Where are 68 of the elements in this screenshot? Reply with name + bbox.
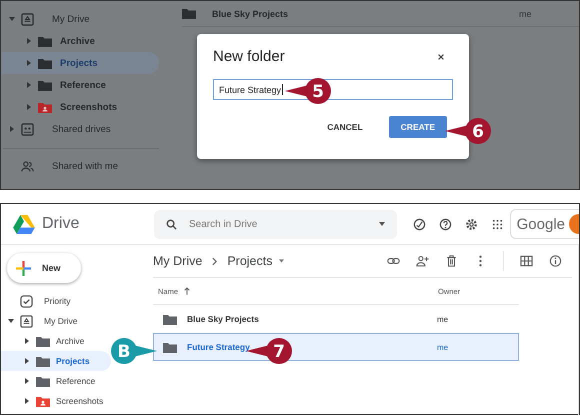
- people-icon: [21, 160, 34, 172]
- owner-cell-text: me: [437, 314, 450, 324]
- chevron-right-icon: [212, 256, 218, 266]
- caret-icon[interactable]: [8, 318, 14, 324]
- folder-item[interactable]: Archive: [1, 30, 159, 52]
- search-icon: [166, 218, 177, 230]
- drive-icon: [21, 12, 34, 26]
- trash-icon[interactable]: [445, 255, 458, 267]
- dropdown-icon[interactable]: [279, 259, 284, 263]
- file-row[interactable]: Blue Sky Projects me: [153, 305, 519, 333]
- shared-folder-icon: [36, 396, 50, 406]
- link-icon[interactable]: [387, 255, 400, 267]
- step-callout: 5: [285, 78, 331, 104]
- step-callout: B: [111, 338, 157, 364]
- owner-cell-text: me: [437, 342, 450, 352]
- folder-item[interactable]: Reference: [1, 371, 111, 391]
- folder-icon: [163, 314, 177, 324]
- folder-icon: [36, 376, 50, 386]
- priority-check-icon: [20, 294, 33, 308]
- file-name: Blue Sky Projects: [212, 8, 290, 18]
- folder-icon: [38, 58, 52, 68]
- drive-logo-icon: [13, 214, 35, 234]
- folder-icon: [36, 336, 50, 346]
- new-button[interactable]: New: [7, 253, 81, 283]
- folder-icon: [163, 342, 177, 352]
- folder-icon: [36, 356, 50, 366]
- search-input[interactable]: Search in Drive: [187, 218, 379, 230]
- folder-item[interactable]: Reference: [1, 74, 159, 96]
- step-callout: 6: [445, 118, 491, 144]
- info-icon[interactable]: [549, 255, 562, 267]
- file-name: Blue Sky Projects: [187, 314, 259, 324]
- create-button[interactable]: CREATE: [388, 116, 447, 138]
- add-person-icon[interactable]: [416, 255, 429, 267]
- grid-view-icon[interactable]: [520, 255, 533, 267]
- drive-icon: [20, 314, 33, 328]
- breadcrumb-item[interactable]: Projects: [227, 254, 272, 268]
- sidebar-item[interactable]: Shared with me: [1, 155, 159, 177]
- owner-cell-text: me: [519, 8, 533, 18]
- sidebar-item[interactable]: Shared drives: [1, 118, 159, 140]
- folder-item[interactable]: Screenshots: [1, 391, 111, 411]
- folder-item[interactable]: Screenshots: [1, 96, 159, 118]
- apps-grid-icon[interactable]: [491, 218, 504, 230]
- file-name: Future Strategy: [187, 342, 250, 352]
- folder-item[interactable]: Archive: [1, 331, 111, 351]
- shared-folder-icon: [38, 102, 52, 112]
- dialog-title: New folder: [213, 48, 285, 65]
- folder-icon: [182, 8, 196, 19]
- caret-icon[interactable]: [24, 398, 30, 404]
- folder-icon: [38, 36, 52, 46]
- shared-drives-icon: [21, 122, 34, 136]
- help-icon[interactable]: [439, 218, 452, 230]
- sidebar-item[interactable]: Priority: [1, 291, 111, 311]
- caret-icon[interactable]: [24, 338, 30, 344]
- app-name: Drive: [42, 215, 80, 233]
- breadcrumb-item[interactable]: My Drive: [153, 254, 202, 268]
- caret-icon[interactable]: [24, 378, 30, 384]
- plus-icon: [16, 260, 31, 276]
- folder-item[interactable]: Projects: [1, 351, 111, 371]
- sidebar-item[interactable]: My Drive: [1, 8, 159, 30]
- sort-arrow-icon[interactable]: [184, 287, 190, 295]
- close-icon[interactable]: [437, 52, 445, 60]
- folder-icon: [38, 80, 52, 90]
- account-button[interactable]: Google: [510, 209, 579, 239]
- dropdown-icon[interactable]: [379, 222, 385, 226]
- status-check-icon[interactable]: [413, 218, 426, 230]
- sidebar-item[interactable]: My Drive: [1, 311, 111, 331]
- search-field[interactable]: Search in Drive: [154, 210, 397, 238]
- caret-icon[interactable]: [24, 358, 30, 364]
